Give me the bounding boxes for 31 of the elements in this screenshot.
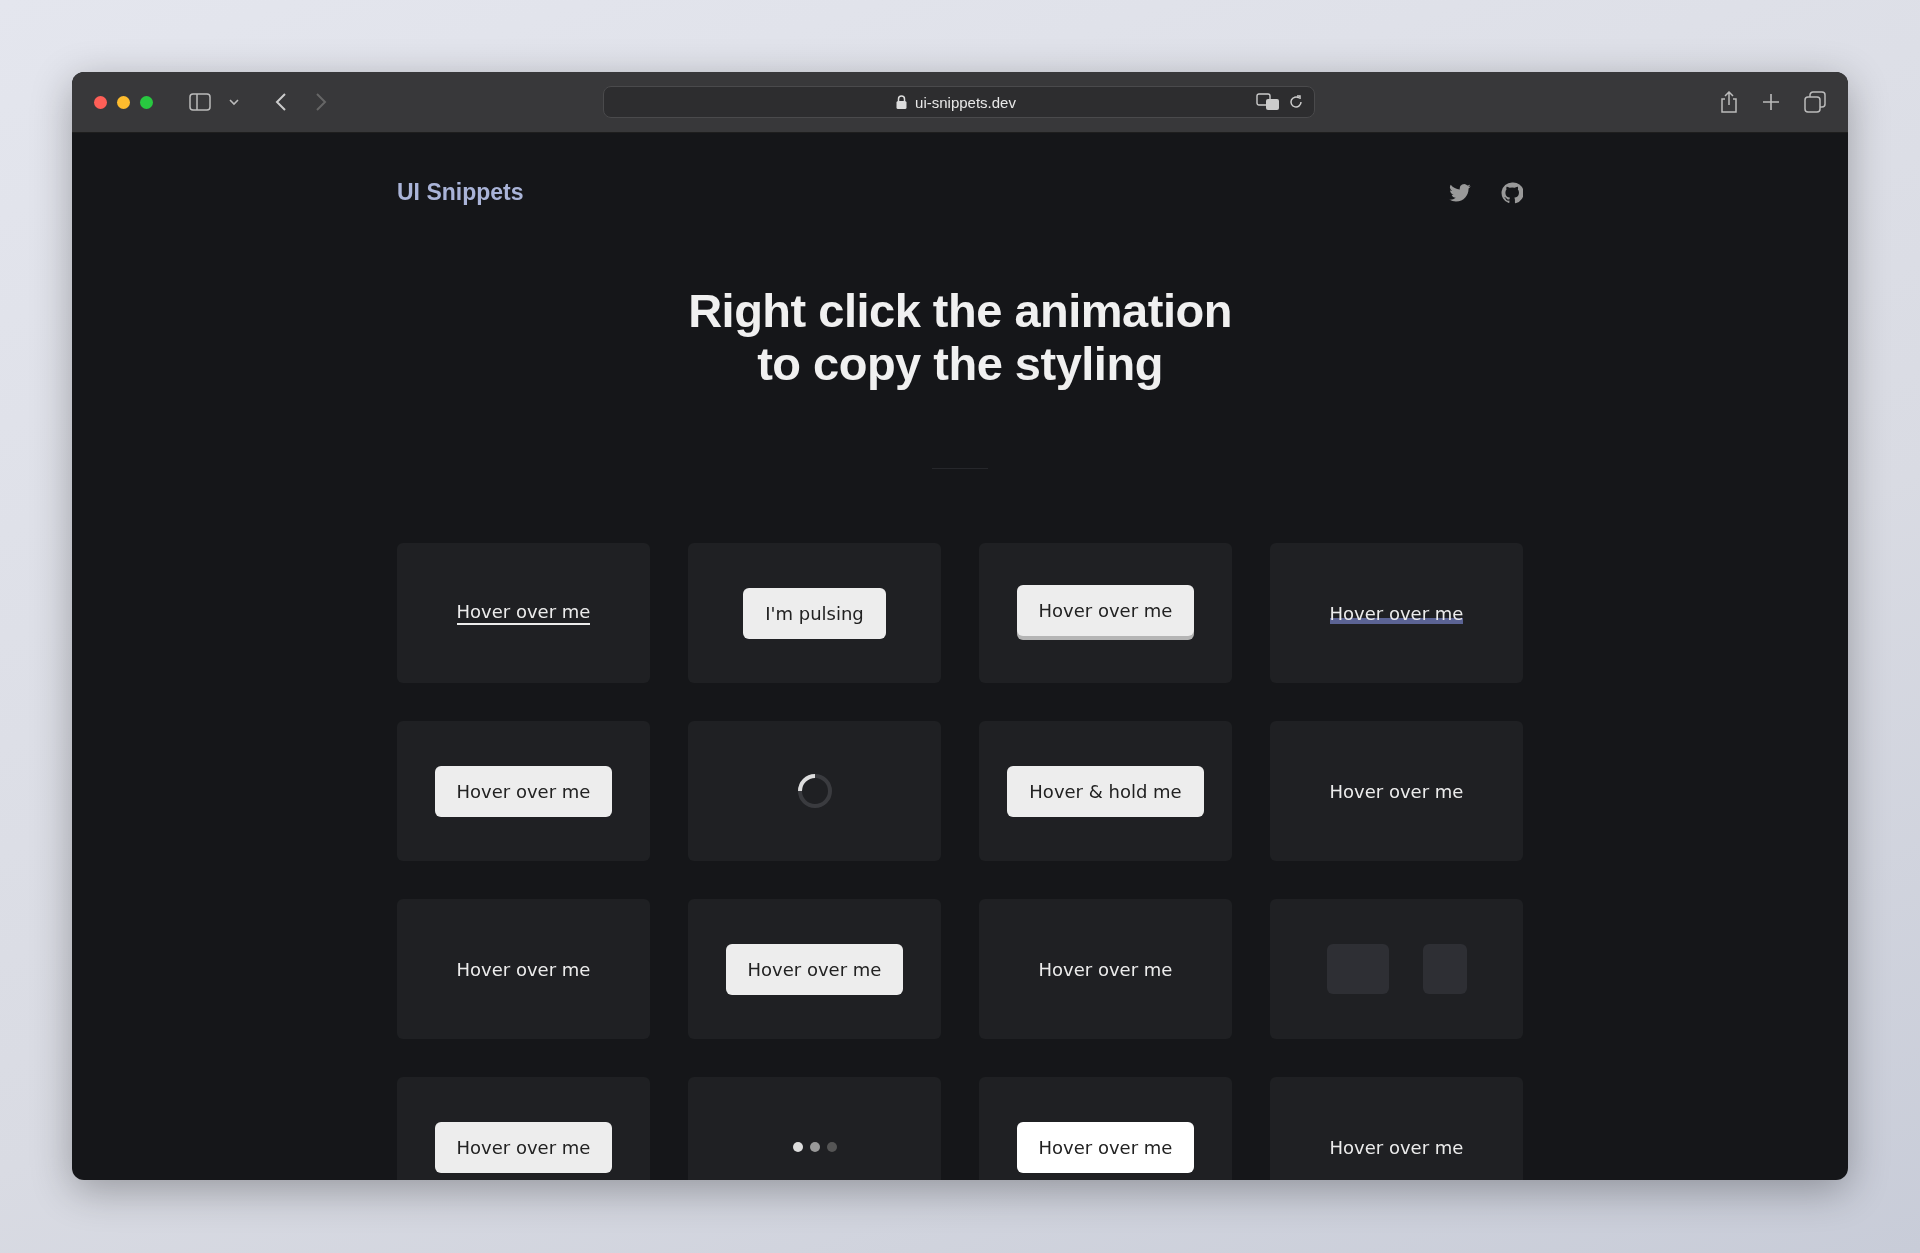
translate-icon[interactable]	[1256, 93, 1280, 111]
underlined-link[interactable]: Hover over me	[456, 601, 591, 625]
back-icon[interactable]	[275, 93, 287, 111]
tabs-icon[interactable]	[1804, 91, 1826, 113]
hover-text[interactable]: Hover over me	[1329, 1136, 1464, 1158]
sidebar-icon[interactable]	[189, 93, 211, 111]
loading-dots-icon	[791, 1141, 838, 1153]
hover-text[interactable]: Hover over me	[1038, 958, 1173, 980]
bird-icon[interactable]	[1449, 183, 1471, 202]
demo-button[interactable]: Hover over me	[1016, 1121, 1195, 1173]
demo-button[interactable]: Hover & hold me	[1007, 765, 1204, 817]
url-text: ui-snippets.dev	[915, 93, 1016, 111]
zoom-icon[interactable]	[140, 95, 153, 109]
demo-button[interactable]: I'm pulsing	[743, 587, 886, 639]
page-heading: Right click the animation to copy the styling	[687, 284, 1233, 390]
cat-logo-icon[interactable]	[1501, 181, 1523, 204]
demo-button[interactable]: Hover over me	[434, 765, 613, 817]
address-bar[interactable]: ui-snippets.dev	[603, 86, 1315, 118]
demo-button[interactable]: Hover over me	[434, 1121, 613, 1173]
site-logo[interactable]: UI Snippets	[397, 179, 524, 206]
close-icon[interactable]	[94, 95, 107, 109]
hover-text[interactable]: Hover over me	[1329, 780, 1464, 802]
share-icon[interactable]	[1720, 91, 1738, 113]
hover-text[interactable]: Hover over me	[456, 958, 591, 980]
demo-button[interactable]: Hover over me	[725, 943, 904, 995]
spinner-icon	[795, 772, 834, 810]
lock-icon	[896, 95, 908, 109]
chevron-down-icon[interactable]	[229, 98, 239, 106]
minimize-icon[interactable]	[117, 95, 130, 109]
plus-icon[interactable]	[1762, 93, 1780, 111]
reload-icon[interactable]	[1288, 94, 1304, 110]
